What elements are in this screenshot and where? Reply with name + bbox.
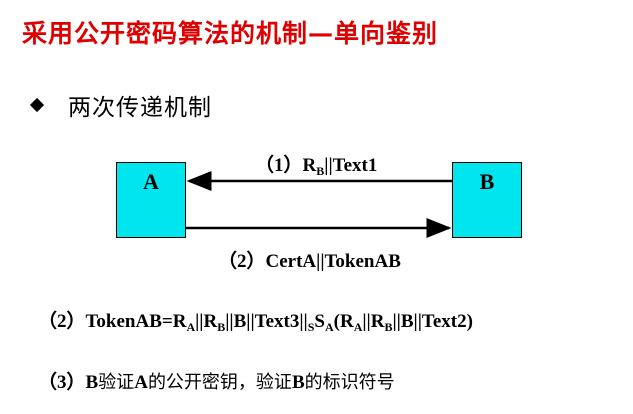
arrow1-label: （1）RB||Text1 bbox=[255, 150, 377, 179]
step3-c1: 验证 bbox=[98, 372, 135, 393]
entity-a-label: A bbox=[143, 169, 159, 194]
entity-b-box: B bbox=[452, 162, 522, 238]
formula-prefix: （2）TokenAB= bbox=[38, 311, 173, 332]
entity-b-label: B bbox=[479, 169, 495, 194]
formula-text: ||R bbox=[195, 311, 218, 332]
formula-text: ||B||Text2) bbox=[392, 311, 473, 332]
step3-a1: A bbox=[134, 372, 148, 393]
formula-parts: RA||RB||B||Text3||SSA(RA||RB||B||Text2) bbox=[172, 311, 473, 334]
arrow1-rest: ||Text1 bbox=[324, 155, 378, 176]
token-formula: （2）TokenAB=RA||RB||B||Text3||SSA(RA||RB|… bbox=[38, 306, 473, 335]
arrow1-prefix: （1） bbox=[255, 155, 303, 176]
formula-subscript: A bbox=[186, 320, 196, 334]
formula-text: ||B||Text3|| bbox=[225, 311, 308, 332]
step3-c3: 的标识符号 bbox=[304, 372, 395, 393]
formula-text: ||R bbox=[362, 311, 385, 332]
arrows-layer bbox=[186, 171, 452, 238]
formula-text: S bbox=[314, 311, 325, 332]
arrow2-label: （2）CertA||TokenAB bbox=[218, 251, 401, 272]
step3-text: （3）B验证A的公开密钥，验证B的标识符号 bbox=[38, 367, 395, 394]
formula-subscript: A bbox=[324, 320, 334, 334]
step3-b2: B bbox=[291, 372, 305, 393]
formula-text: (R bbox=[333, 311, 354, 332]
formula-text: R bbox=[172, 311, 187, 332]
step3-c2: 的公开密钥，验证 bbox=[147, 372, 292, 393]
entity-a-box: A bbox=[116, 162, 186, 238]
step3-b1: B bbox=[85, 372, 99, 393]
arrow1-r: R bbox=[302, 155, 317, 176]
step3-prefix: （3） bbox=[38, 372, 86, 393]
